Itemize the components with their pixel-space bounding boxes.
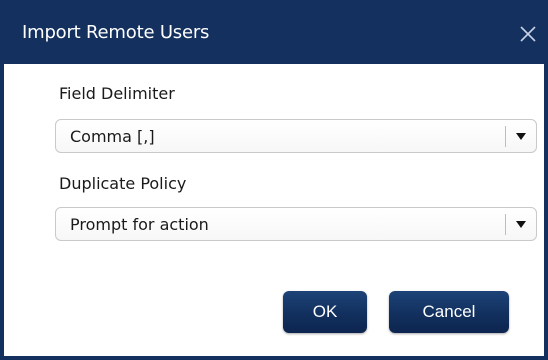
duplicate-policy-value: Prompt for action: [70, 215, 209, 234]
chevron-down-icon: [516, 221, 526, 228]
close-icon: [520, 26, 536, 42]
dialog-body: Field Delimiter Comma [,] Duplicate Poli…: [4, 64, 544, 356]
field-delimiter-value: Comma [,]: [70, 127, 155, 146]
duplicate-policy-select[interactable]: Prompt for action: [55, 207, 537, 241]
field-delimiter-label: Field Delimiter: [59, 84, 175, 103]
dialog-title: Import Remote Users: [22, 22, 210, 43]
duplicate-policy-label: Duplicate Policy: [59, 174, 187, 193]
cancel-button[interactable]: Cancel: [389, 291, 509, 333]
chevron-down-icon: [516, 133, 526, 140]
close-button[interactable]: [512, 18, 544, 50]
dialog-titlebar: Import Remote Users: [0, 0, 548, 64]
import-remote-users-dialog: Import Remote Users Field Delimiter Comm…: [0, 0, 548, 360]
ok-button[interactable]: OK: [283, 291, 367, 333]
select-divider: [505, 214, 506, 235]
select-divider: [505, 126, 506, 147]
field-delimiter-select[interactable]: Comma [,]: [55, 119, 537, 153]
